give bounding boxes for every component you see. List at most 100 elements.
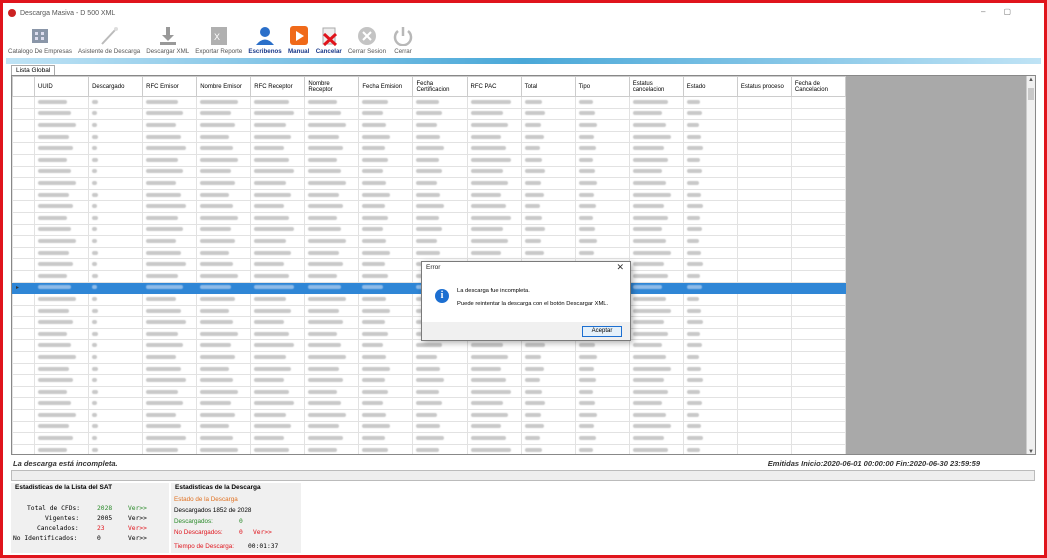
- table-row[interactable]: [12, 142, 847, 155]
- table-cell[interactable]: [88, 96, 144, 109]
- table-cell[interactable]: [412, 339, 468, 353]
- table-cell[interactable]: [790, 223, 847, 237]
- table-cell[interactable]: [736, 269, 792, 283]
- row-header[interactable]: [12, 420, 36, 434]
- asistente-button[interactable]: Asistente de Descarga: [78, 26, 140, 55]
- table-cell[interactable]: [628, 293, 684, 306]
- table-cell[interactable]: [682, 281, 738, 295]
- table-cell[interactable]: [34, 188, 90, 202]
- table-cell[interactable]: [628, 397, 684, 411]
- table-cell[interactable]: [250, 385, 306, 399]
- table-cell[interactable]: [34, 281, 90, 295]
- table-cell[interactable]: [790, 339, 847, 353]
- row-header[interactable]: [12, 362, 36, 376]
- table-cell[interactable]: [412, 246, 468, 260]
- table-row[interactable]: [12, 374, 847, 387]
- table-cell[interactable]: [304, 432, 360, 445]
- row-header[interactable]: [12, 316, 36, 329]
- table-cell[interactable]: [250, 177, 306, 190]
- ver-no-identificados-link[interactable]: Ver>>: [128, 535, 147, 542]
- table-cell[interactable]: [574, 339, 630, 353]
- table-cell[interactable]: [466, 420, 522, 434]
- table-cell[interactable]: [682, 119, 738, 132]
- table-row[interactable]: [12, 96, 847, 109]
- table-cell[interactable]: [358, 96, 414, 109]
- cancelar-button[interactable]: Cancelar: [316, 26, 342, 55]
- table-cell[interactable]: [142, 200, 198, 213]
- table-cell[interactable]: [466, 409, 522, 422]
- table-cell[interactable]: [250, 316, 306, 329]
- row-header[interactable]: [12, 107, 36, 121]
- table-cell[interactable]: [682, 188, 738, 202]
- table-cell[interactable]: [196, 327, 252, 341]
- table-cell[interactable]: [412, 200, 468, 213]
- table-cell[interactable]: [736, 211, 792, 225]
- table-cell[interactable]: [520, 385, 576, 399]
- table-cell[interactable]: [466, 177, 522, 190]
- table-cell[interactable]: [34, 304, 90, 318]
- table-cell[interactable]: [412, 223, 468, 237]
- table-cell[interactable]: [520, 362, 576, 376]
- table-cell[interactable]: [142, 246, 198, 260]
- row-header[interactable]: [12, 153, 36, 167]
- table-cell[interactable]: [358, 362, 414, 376]
- col-rfc-pac[interactable]: RFC PAC: [466, 76, 522, 97]
- table-cell[interactable]: [466, 165, 522, 179]
- table-cell[interactable]: [574, 107, 630, 121]
- table-cell[interactable]: [736, 409, 792, 422]
- table-cell[interactable]: [304, 397, 360, 411]
- table-cell[interactable]: [34, 235, 90, 248]
- ok-button[interactable]: Aceptar: [582, 326, 622, 337]
- table-cell[interactable]: [736, 432, 792, 445]
- table-cell[interactable]: [358, 420, 414, 434]
- table-cell[interactable]: [196, 351, 252, 364]
- table-cell[interactable]: [196, 211, 252, 225]
- col-nombre-receptor[interactable]: Nombre Receptor: [304, 76, 360, 97]
- scroll-up-icon[interactable]: ▲: [1028, 77, 1034, 83]
- table-cell[interactable]: [196, 432, 252, 445]
- table-cell[interactable]: [412, 119, 468, 132]
- table-cell[interactable]: [358, 339, 414, 353]
- table-cell[interactable]: [196, 235, 252, 248]
- table-cell[interactable]: [628, 327, 684, 341]
- table-cell[interactable]: [520, 130, 576, 144]
- table-cell[interactable]: [196, 153, 252, 167]
- table-cell[interactable]: [412, 96, 468, 109]
- row-header[interactable]: [12, 119, 36, 132]
- table-cell[interactable]: [574, 246, 630, 260]
- table-cell[interactable]: [250, 443, 306, 454]
- table-cell[interactable]: [250, 96, 306, 109]
- table-cell[interactable]: [466, 153, 522, 167]
- table-cell[interactable]: [142, 351, 198, 364]
- table-cell[interactable]: [358, 374, 414, 387]
- table-cell[interactable]: [304, 293, 360, 306]
- table-cell[interactable]: [358, 351, 414, 364]
- table-cell[interactable]: [682, 304, 738, 318]
- table-cell[interactable]: [682, 316, 738, 329]
- table-cell[interactable]: [34, 96, 90, 109]
- table-cell[interactable]: [358, 119, 414, 132]
- table-cell[interactable]: [358, 211, 414, 225]
- table-cell[interactable]: [304, 304, 360, 318]
- table-cell[interactable]: [88, 258, 144, 271]
- table-cell[interactable]: [250, 235, 306, 248]
- table-cell[interactable]: [628, 374, 684, 387]
- table-cell[interactable]: [682, 409, 738, 422]
- row-header[interactable]: [12, 351, 36, 364]
- table-cell[interactable]: [88, 362, 144, 376]
- table-cell[interactable]: [628, 246, 684, 260]
- table-cell[interactable]: [196, 107, 252, 121]
- table-cell[interactable]: [304, 142, 360, 155]
- table-cell[interactable]: [628, 211, 684, 225]
- table-cell[interactable]: [250, 269, 306, 283]
- table-cell[interactable]: [574, 130, 630, 144]
- table-cell[interactable]: [358, 269, 414, 283]
- table-cell[interactable]: [466, 96, 522, 109]
- table-row[interactable]: [12, 177, 847, 190]
- table-cell[interactable]: [196, 269, 252, 283]
- table-cell[interactable]: [790, 246, 847, 260]
- table-row[interactable]: [12, 385, 847, 399]
- table-row[interactable]: [12, 397, 847, 411]
- manual-button[interactable]: Manual: [288, 26, 310, 55]
- table-cell[interactable]: [304, 177, 360, 190]
